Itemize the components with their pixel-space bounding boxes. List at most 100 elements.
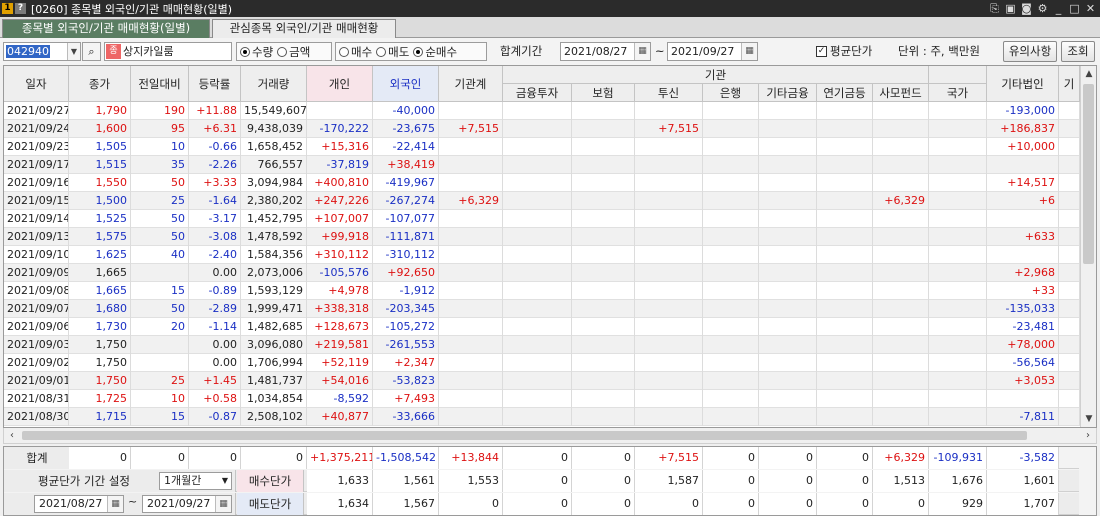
table-row[interactable]: 2021/09/14 1,525 50 -3.17 1,452,795 +107,007-… <box>4 210 1080 228</box>
cell-date: 2021/09/01 <box>4 372 69 390</box>
table-row[interactable]: 2021/09/15 1,500 25 -1.64 2,380,202 +247,226-… <box>4 192 1080 210</box>
buy-price-row: 평균단가 기간 설정 1개월간 ▼ 매수단가 1,633 1,561 1,553 0 0 1… <box>4 470 1079 492</box>
table-row[interactable]: 2021/09/13 1,575 50 -3.08 1,478,592 +99,918 -1… <box>4 228 1080 246</box>
total-label: 합계 <box>4 447 71 469</box>
vertical-scrollbar[interactable]: ▲ ▼ <box>1080 66 1096 427</box>
table-row[interactable]: 2021/09/01 1,750 25 +1.45 1,481,737 +54,016 -5… <box>4 372 1080 390</box>
cell-volume: 766,557 <box>241 156 307 174</box>
cell-individual: +107,007 <box>307 210 373 228</box>
scroll-right-icon[interactable]: › <box>1080 428 1096 443</box>
cell-bank <box>703 300 759 318</box>
cell-nation <box>929 210 987 228</box>
cell-pef <box>873 138 929 156</box>
maximize-icon[interactable]: □ <box>1067 1 1082 16</box>
date-to-input[interactable]: 2021/09/27 ▦ <box>667 42 758 61</box>
radio-buy[interactable]: 매수 <box>339 44 372 60</box>
summary-fin-invest: 0 <box>503 447 572 469</box>
cell-pension <box>817 102 873 120</box>
table-row[interactable]: 2021/09/27 1,790 190 +11.88 15,549,607 -40,00… <box>4 102 1080 120</box>
table-row[interactable]: 2021/09/16 1,550 50 +3.33 3,094,984 +400,810-… <box>4 174 1080 192</box>
gear-icon[interactable]: ⚙ <box>1035 1 1050 16</box>
avg-period-select[interactable]: 1개월간 ▼ <box>159 472 232 490</box>
cell-foreign: +2,347 <box>373 354 439 372</box>
table-row[interactable]: 2021/09/06 1,730 20 -1.14 1,482,685 +128,673-… <box>4 318 1080 336</box>
scroll-left-icon[interactable]: ‹ <box>4 428 20 443</box>
cell-close: 1,505 <box>69 138 131 156</box>
cell-close: 1,715 <box>69 408 131 426</box>
summary-pef: 0 <box>873 493 929 515</box>
minimize-icon[interactable]: _ <box>1051 1 1066 16</box>
scroll-up-icon[interactable]: ▲ <box>1081 66 1096 82</box>
scroll-thumb[interactable] <box>22 431 1027 440</box>
horizontal-scrollbar[interactable]: ‹ › <box>3 428 1097 444</box>
notice-button[interactable]: 유의사항 <box>1003 41 1057 62</box>
radio-quantity[interactable]: 수량 <box>240 44 273 60</box>
cell-foreign: -23,675 <box>373 120 439 138</box>
avg-date-from-input[interactable]: 2021/08/27 ▦ <box>34 495 124 513</box>
cell-insurance <box>572 264 635 282</box>
scroll-down-icon[interactable]: ▼ <box>1081 411 1096 427</box>
table-row[interactable]: 2021/09/17 1,515 35 -2.26 766,557 -37,819 +38,… <box>4 156 1080 174</box>
cell-inst-total <box>439 300 503 318</box>
search-button[interactable]: ⌕ <box>82 42 101 61</box>
table-row[interactable]: 2021/08/31 1,725 10 +0.58 1,034,854 -8,592 +7,… <box>4 390 1080 408</box>
cell-other-corp <box>987 246 1059 264</box>
cell-trust <box>635 192 703 210</box>
table-row[interactable]: 2021/09/23 1,505 10 -0.66 1,658,452 +15,316 -2… <box>4 138 1080 156</box>
cell-foreign: -105,272 <box>373 318 439 336</box>
scroll-thumb[interactable] <box>1083 84 1094 264</box>
cell-rate: 0.00 <box>189 264 241 282</box>
cell-bank <box>703 336 759 354</box>
table-row[interactable]: 2021/09/08 1,665 15 -0.89 1,593,129 +4,978 -1,… <box>4 282 1080 300</box>
calendar-icon[interactable]: ▦ <box>215 496 231 512</box>
cell-other-corp: +10,000 <box>987 138 1059 156</box>
cell-other-foreign <box>1059 174 1080 192</box>
summary-foreign: 1,561 <box>373 470 439 492</box>
unit-label: 단위 : 주, 백만원 <box>898 44 980 58</box>
cell-insurance <box>572 246 635 264</box>
cell-pef <box>873 282 929 300</box>
calendar-icon[interactable]: ▦ <box>107 496 123 512</box>
cell-trust <box>635 318 703 336</box>
table-row[interactable]: 2021/09/24 1,600 95 +6.31 9,438,039 -170,222-… <box>4 120 1080 138</box>
camera-icon[interactable]: ◙ <box>1019 1 1034 16</box>
cell-insurance <box>572 408 635 426</box>
table-row[interactable]: 2021/09/07 1,680 50 -2.89 1,999,471 +338,318-… <box>4 300 1080 318</box>
cell-other-foreign <box>1059 390 1080 408</box>
cell-other-corp: -23,481 <box>987 318 1059 336</box>
cell-insurance <box>572 120 635 138</box>
tab-stock-daily[interactable]: 종목별 외국인/기관 매매현황(일별) <box>2 19 210 38</box>
radio-sell[interactable]: 매도 <box>376 44 409 60</box>
new-window-icon[interactable]: ⎘ <box>987 1 1002 16</box>
radio-net-buy[interactable]: 순매수 <box>413 44 457 60</box>
summary-individual: 1,633 <box>307 470 373 492</box>
summary-trust: 1,587 <box>635 470 703 492</box>
cell-bank <box>703 246 759 264</box>
calendar-icon[interactable]: ▦ <box>634 43 650 60</box>
cell-pef <box>873 300 929 318</box>
table-row[interactable]: 2021/09/10 1,625 40 -2.40 1,584,356 +310,112-… <box>4 246 1080 264</box>
query-button[interactable]: 조회 <box>1061 41 1095 62</box>
header-inst-total: 기관계 <box>439 66 503 102</box>
cell-other-foreign <box>1059 282 1080 300</box>
chevron-down-icon: ▼ <box>221 476 228 485</box>
table-row[interactable]: 2021/08/30 1,715 15 -0.87 2,508,102 +40,877 -3… <box>4 408 1080 426</box>
cell-change: 50 <box>131 300 189 318</box>
stock-code-input[interactable]: 042940 ▼ <box>3 42 81 61</box>
table-row[interactable]: 2021/09/02 1,750 0.00 1,706,994 +52,119 +2,34… <box>4 354 1080 372</box>
sell-price-label: 매도단가 <box>237 493 304 515</box>
cell-change: 50 <box>131 210 189 228</box>
avg-price-checkbox[interactable]: ✓ 평균단가 <box>816 42 872 61</box>
chevron-down-icon[interactable]: ▼ <box>67 43 80 60</box>
calendar-icon[interactable]: ▦ <box>741 43 757 60</box>
radio-amount[interactable]: 금액 <box>277 44 310 60</box>
stock-code-value: 042940 <box>6 45 50 58</box>
close-icon[interactable]: ✕ <box>1083 1 1098 16</box>
avg-date-to-input[interactable]: 2021/09/27 ▦ <box>142 495 232 513</box>
save-icon[interactable]: ▣ <box>1003 1 1018 16</box>
table-row[interactable]: 2021/09/09 1,665 0.00 2,073,006 -105,576 +92,… <box>4 264 1080 282</box>
date-from-input[interactable]: 2021/08/27 ▦ <box>560 42 651 61</box>
table-row[interactable]: 2021/09/03 1,750 0.00 3,096,080 +219,581 -261… <box>4 336 1080 354</box>
help-icon[interactable]: ? <box>15 3 26 14</box>
tab-watchlist[interactable]: 관심종목 외국인/기관 매매현황 <box>212 19 396 38</box>
